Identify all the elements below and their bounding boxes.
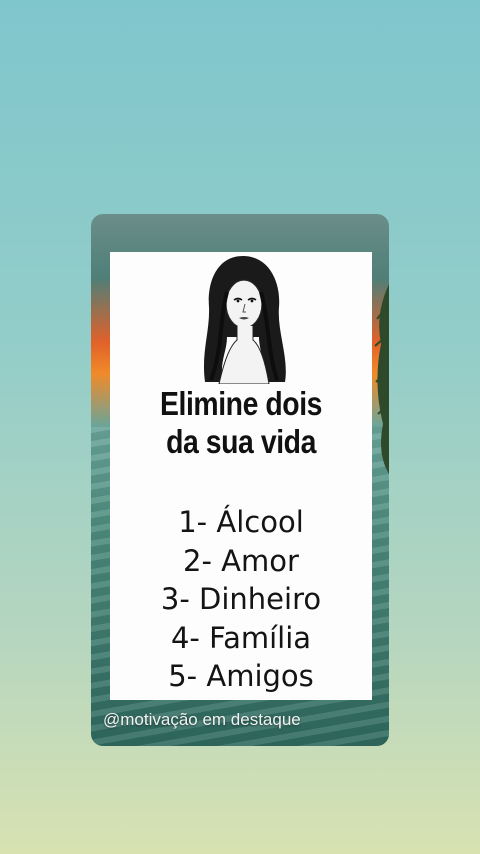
headline-line-2: da sua vida [166,423,316,460]
list-item: 2- Amor [183,543,299,578]
quote-panel: Elimine dois da sua vida 1- Álcool 2- Am… [110,252,372,700]
palm-leaf-icon [374,284,389,474]
options-list: 1- Álcool 2- Amor 3- Dinheiro 4- Família… [110,503,372,696]
headline-line-1: Elimine dois [159,385,323,422]
list-item: 4- Família [170,620,312,655]
list-item: 3- Dinheiro [160,582,322,616]
list-item: 1- Álcool [178,505,304,539]
post-card: Elimine dois da sua vida 1- Álcool 2- Am… [91,214,389,746]
headline: Elimine dois da sua vida [128,385,353,461]
woman-portrait-icon [203,256,286,384]
watermark-handle: @motivação em destaque [103,710,301,729]
list-item: 5- Amigos [168,659,314,693]
